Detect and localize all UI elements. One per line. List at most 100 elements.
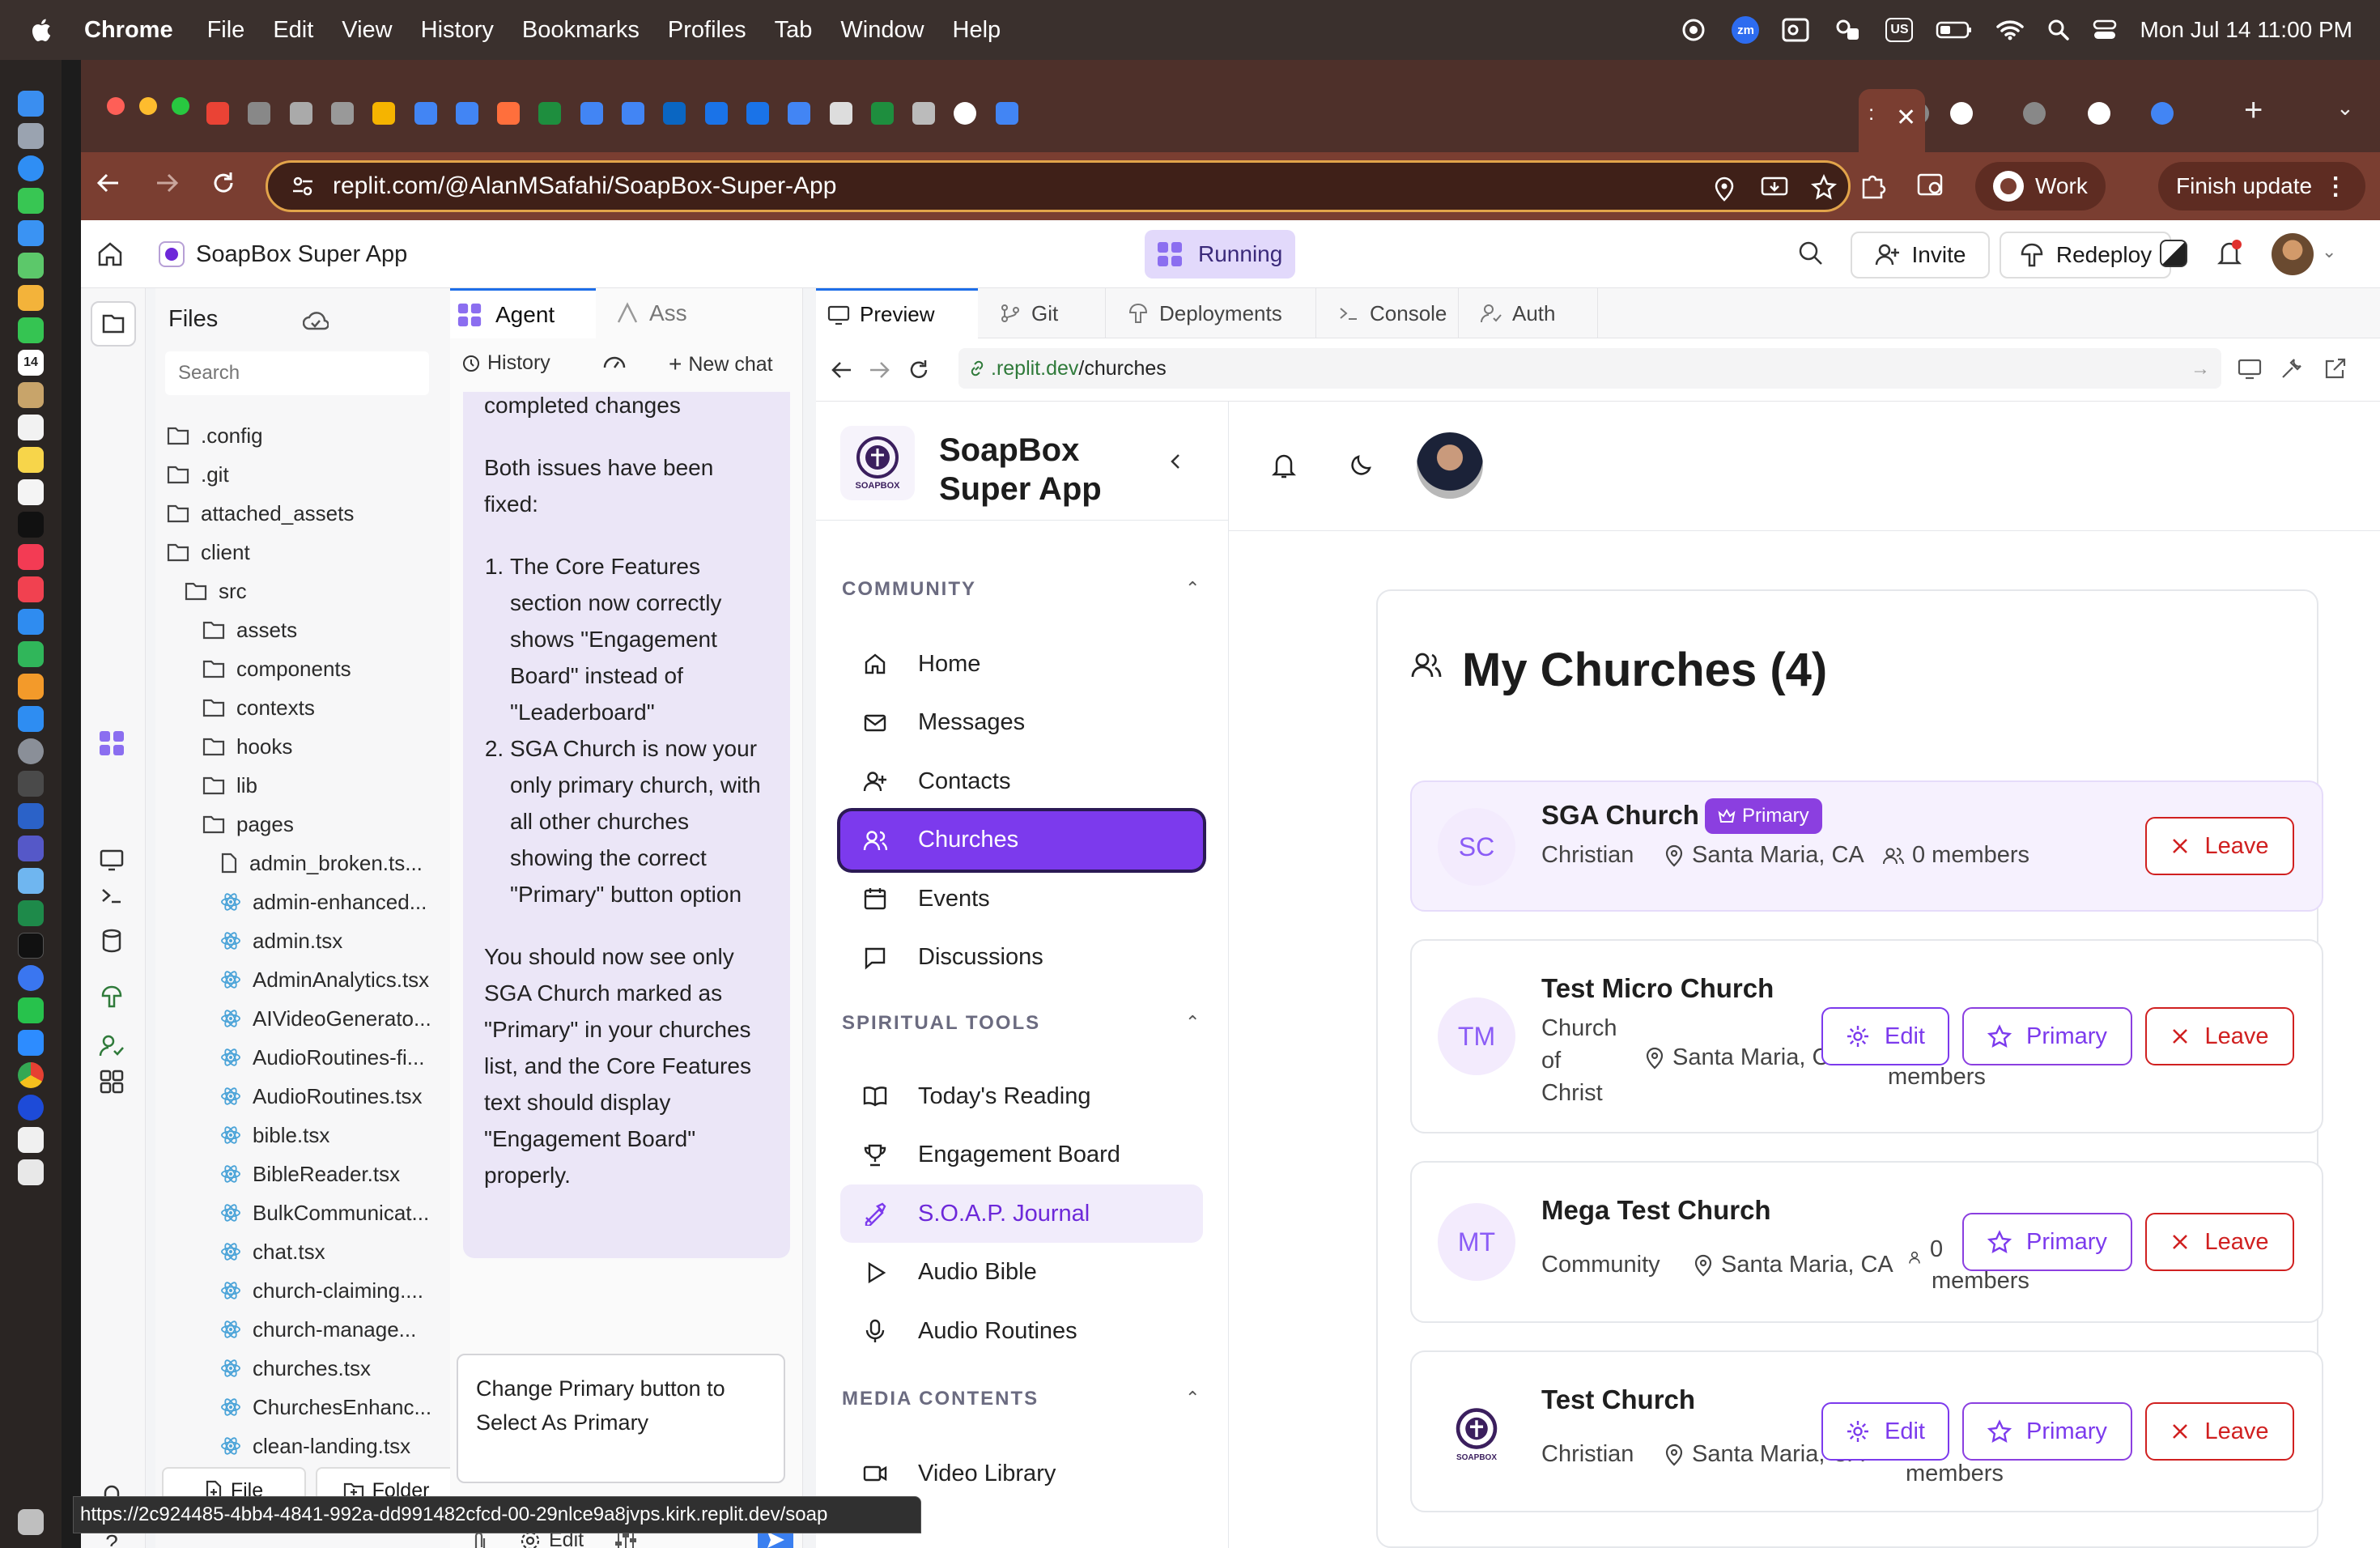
leave-church-button[interactable]: Leave <box>2145 1402 2294 1461</box>
battery-icon[interactable] <box>1936 20 1973 40</box>
file-tree-item[interactable]: pages <box>202 806 294 842</box>
nav-item-discussions[interactable]: Discussions <box>840 929 1203 987</box>
webview-icon[interactable] <box>96 844 128 876</box>
file-tree-item[interactable]: BulkCommunicat... <box>220 1195 429 1231</box>
edit-church-button[interactable]: Edit <box>1821 1007 1949 1065</box>
file-tree-item[interactable]: church-claiming.... <box>220 1273 423 1308</box>
file-tree-item[interactable]: admin-enhanced... <box>220 884 427 920</box>
file-tree-item[interactable]: AdminAnalytics.tsx <box>220 962 429 997</box>
menu-view[interactable]: View <box>342 17 392 44</box>
install-app-icon[interactable] <box>1761 176 1788 200</box>
file-tree-item[interactable]: AudioRoutines-fi... <box>220 1040 424 1075</box>
nav-item-events[interactable]: Events <box>840 870 1203 928</box>
address-bar[interactable]: replit.com/@AlanMSafahi/SoapBox-Super-Ap… <box>266 160 1851 212</box>
notes-icon[interactable] <box>18 447 44 473</box>
database-icon[interactable] <box>96 925 128 957</box>
tab-search-icon[interactable] <box>1917 172 1946 199</box>
input-source-indicator[interactable]: US <box>1885 18 1914 42</box>
1password-icon[interactable] <box>18 1095 44 1121</box>
browser-tab-compass[interactable] <box>698 92 735 134</box>
browser-tab-docs[interactable] <box>407 92 444 134</box>
leave-church-button[interactable]: Leave <box>2145 817 2294 875</box>
signal-icon[interactable] <box>18 965 44 991</box>
section-spiritual-tools[interactable]: SPIRITUAL TOOLS <box>842 1012 1040 1035</box>
iphone-mirroring-icon[interactable] <box>18 771 44 797</box>
redeploy-button[interactable]: Redeploy <box>2000 232 2171 279</box>
preview-forward-icon[interactable] <box>868 359 890 381</box>
menu-file[interactable]: File <box>207 17 245 44</box>
agent-input-box[interactable]: Change Primary button to Select As Prima… <box>457 1354 785 1483</box>
focus-status-icon[interactable] <box>1681 16 1709 44</box>
file-tree-item[interactable]: attached_assets <box>167 495 354 531</box>
browser-tab-sheets[interactable] <box>864 92 901 134</box>
browser-tab-hubspot[interactable] <box>490 92 527 134</box>
nav-item-audio-routines[interactable]: Audio Routines <box>840 1302 1203 1360</box>
menu-help[interactable]: Help <box>953 17 1001 44</box>
calendar-icon[interactable]: 14 <box>18 350 44 376</box>
window-minimize-button[interactable] <box>139 97 157 115</box>
church-name[interactable]: Test Church <box>1541 1384 1695 1415</box>
set-primary-button[interactable]: Primary <box>1962 1007 2132 1065</box>
terminal-icon[interactable] <box>18 933 44 959</box>
set-primary-button[interactable]: Primary <box>1962 1213 2132 1271</box>
numbers-icon[interactable] <box>18 641 44 667</box>
window-close-button[interactable] <box>107 97 125 115</box>
nav-item-engagement-board[interactable]: Engagement Board <box>840 1126 1203 1184</box>
teams-icon[interactable] <box>18 836 44 861</box>
site-info-icon[interactable] <box>291 174 315 198</box>
agent-tab[interactable]: Agent <box>450 288 596 338</box>
file-tree-item[interactable]: contexts <box>202 690 315 725</box>
search-icon[interactable] <box>1797 240 1825 267</box>
file-tree-item[interactable]: src <box>185 573 247 609</box>
preview-icon[interactable] <box>18 868 44 894</box>
menubar-app-name[interactable]: Chrome <box>84 17 173 44</box>
address-url[interactable]: replit.com/@AlanMSafahi/SoapBox-Super-Ap… <box>333 172 836 200</box>
preview-tab-console[interactable]: Console <box>1326 288 1459 338</box>
assistant-tab[interactable]: Ass <box>606 288 792 338</box>
collapse-sidebar-icon[interactable] <box>1167 452 1184 471</box>
browser-tab-github[interactable] <box>1943 92 1980 134</box>
file-tree-item[interactable]: bible.tsx <box>220 1117 329 1153</box>
file-tree-item[interactable]: assets <box>202 612 297 648</box>
app-user-avatar[interactable] <box>1417 432 1483 499</box>
file-tree-item[interactable]: lib <box>202 768 257 803</box>
back-arrow-icon[interactable] <box>96 170 121 196</box>
tab-search-chevron-icon[interactable]: ⌄ <box>2336 96 2354 121</box>
maps-icon[interactable] <box>18 253 44 279</box>
church-name[interactable]: Test Micro Church <box>1541 973 1774 1004</box>
outlook-icon[interactable] <box>1782 17 1811 43</box>
file-tree-item[interactable]: client <box>167 534 250 570</box>
spotlight-search-icon[interactable] <box>2047 19 2070 41</box>
browser-tab-drive[interactable] <box>365 92 402 134</box>
photos-icon[interactable] <box>18 285 44 311</box>
church-name[interactable]: SGA Church <box>1541 800 1699 831</box>
preview-go-icon[interactable]: → <box>2191 358 2210 381</box>
preview-tab-preview[interactable]: Preview <box>816 288 978 338</box>
browser-tab-sheets[interactable] <box>531 92 568 134</box>
nav-item-messages[interactable]: Messages <box>840 694 1203 752</box>
menu-bookmarks[interactable]: Bookmarks <box>522 17 640 44</box>
leave-church-button[interactable]: Leave <box>2145 1213 2294 1271</box>
downloads-stack-icon[interactable] <box>18 1159 44 1185</box>
whatsapp-icon[interactable] <box>18 997 44 1023</box>
music-icon[interactable] <box>18 544 44 570</box>
file-tree-item[interactable]: .git <box>167 457 229 492</box>
browser-tab-gmail[interactable] <box>199 92 236 134</box>
invite-button[interactable]: Invite <box>1851 232 1990 279</box>
facetime-icon[interactable] <box>18 317 44 343</box>
chrome-icon[interactable] <box>18 1062 44 1088</box>
user-avatar[interactable] <box>2272 233 2314 275</box>
edit-church-button[interactable]: Edit <box>1821 1402 1949 1461</box>
tab-close-icon[interactable]: ✕ <box>1896 104 1916 132</box>
file-tree-item[interactable]: AIVideoGenerato... <box>220 1001 431 1036</box>
section-community[interactable]: COMMUNITY <box>842 578 976 601</box>
file-tree-item[interactable]: chat.tsx <box>220 1234 325 1269</box>
history-button[interactable]: History <box>461 351 550 375</box>
section-media-chevron-icon[interactable]: ⌃ <box>1185 1388 1200 1409</box>
menu-edit[interactable]: Edit <box>273 17 313 44</box>
apple-icon[interactable] <box>29 17 52 43</box>
file-search-input[interactable] <box>165 351 429 395</box>
preview-tab-auth[interactable]: Auth <box>1468 288 1598 338</box>
all-tools-icon[interactable] <box>96 1065 128 1098</box>
location-icon[interactable] <box>1714 176 1735 202</box>
